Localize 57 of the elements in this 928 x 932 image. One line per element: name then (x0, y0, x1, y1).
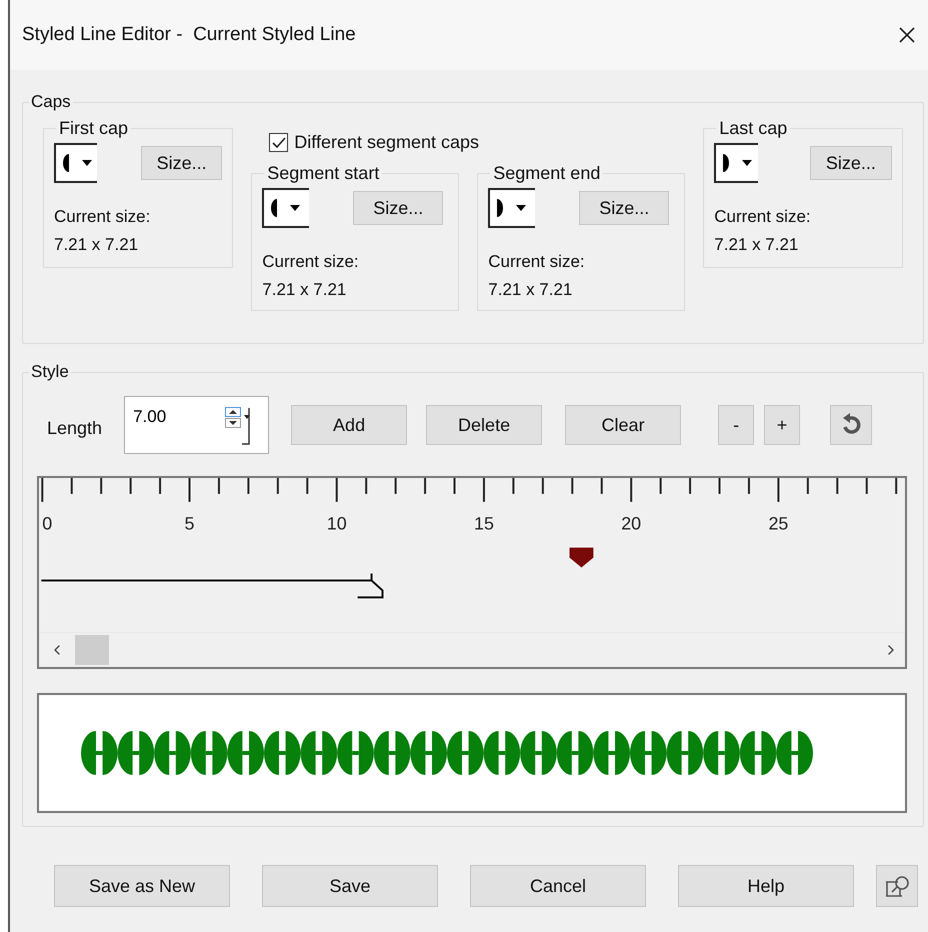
scrollbar[interactable] (39, 632, 905, 667)
cap-dropdown[interactable] (488, 188, 536, 228)
dropdown-arrow-icon (516, 205, 526, 211)
dropdown-arrow-icon (290, 205, 300, 211)
dropdown-arrow-icon (82, 160, 92, 166)
group-title: Segment start (266, 163, 380, 184)
add-button[interactable]: Add (291, 405, 408, 445)
dropdown-arrow-icon (742, 160, 752, 166)
size-button[interactable]: Size... (579, 191, 670, 225)
ruler-label: 10 (326, 514, 347, 534)
group-title: First cap (58, 118, 130, 139)
minus-button[interactable]: - (718, 405, 754, 445)
checkbox-label: Different segment caps (294, 132, 480, 153)
help-icon-button[interactable] (876, 865, 918, 907)
cap-shape-icon (60, 151, 72, 175)
size-button[interactable]: Size... (810, 146, 892, 180)
ruler-label: 15 (474, 514, 494, 534)
group-title: Last cap (718, 118, 788, 139)
cap-dropdown[interactable] (262, 188, 310, 228)
cap-dropdown[interactable] (714, 143, 758, 183)
size-button[interactable]: Size... (353, 191, 444, 225)
pointer-help-icon (884, 874, 910, 898)
size-label: Current size: (262, 251, 360, 273)
scrollbar-thumb[interactable] (75, 635, 109, 666)
length-field[interactable]: 7.00 (133, 407, 220, 427)
size-label: Current size: (488, 251, 586, 273)
group-title: Style (30, 362, 70, 382)
spinner-icon (225, 407, 252, 445)
group-title: Caps (30, 92, 72, 112)
group-title: Segment end (492, 163, 602, 184)
size-value: 7.21 x 7.21 (488, 279, 574, 301)
size-label: Current size: (714, 206, 812, 228)
dialog-button[interactable]: Save as New (54, 865, 230, 907)
ruler-label: 25 (768, 514, 788, 534)
cap-dropdown[interactable] (54, 143, 97, 183)
different-caps-checkbox[interactable]: Different segment caps (269, 132, 686, 153)
dialog-button[interactable]: Help (678, 865, 854, 907)
ruler-label: 20 (621, 514, 642, 534)
close-icon[interactable] (898, 26, 916, 44)
plus-button[interactable]: + (764, 405, 800, 445)
ruler-label: 0 (42, 514, 52, 534)
dialog-button[interactable]: Cancel (470, 865, 646, 907)
checkbox[interactable] (269, 133, 288, 152)
position-marker (570, 548, 594, 568)
window-title: Styled Line Editor - Current Styled Line (22, 24, 356, 46)
size-label: Current size: (54, 206, 152, 228)
reset-button[interactable] (830, 405, 872, 445)
length-label: Length (47, 418, 102, 438)
size-value: 7.21 x 7.21 (714, 234, 800, 256)
clear-button[interactable]: Clear (565, 405, 682, 445)
dialog-button[interactable]: Save (262, 865, 438, 907)
length-spinbox[interactable]: 7.00 (124, 396, 270, 454)
size-value: 7.21 x 7.21 (54, 234, 140, 256)
delete-button[interactable]: Delete (426, 405, 542, 445)
ruler-label: 5 (184, 514, 194, 534)
size-value: 7.21 x 7.21 (262, 279, 348, 301)
size-button[interactable]: Size... (140, 146, 222, 180)
